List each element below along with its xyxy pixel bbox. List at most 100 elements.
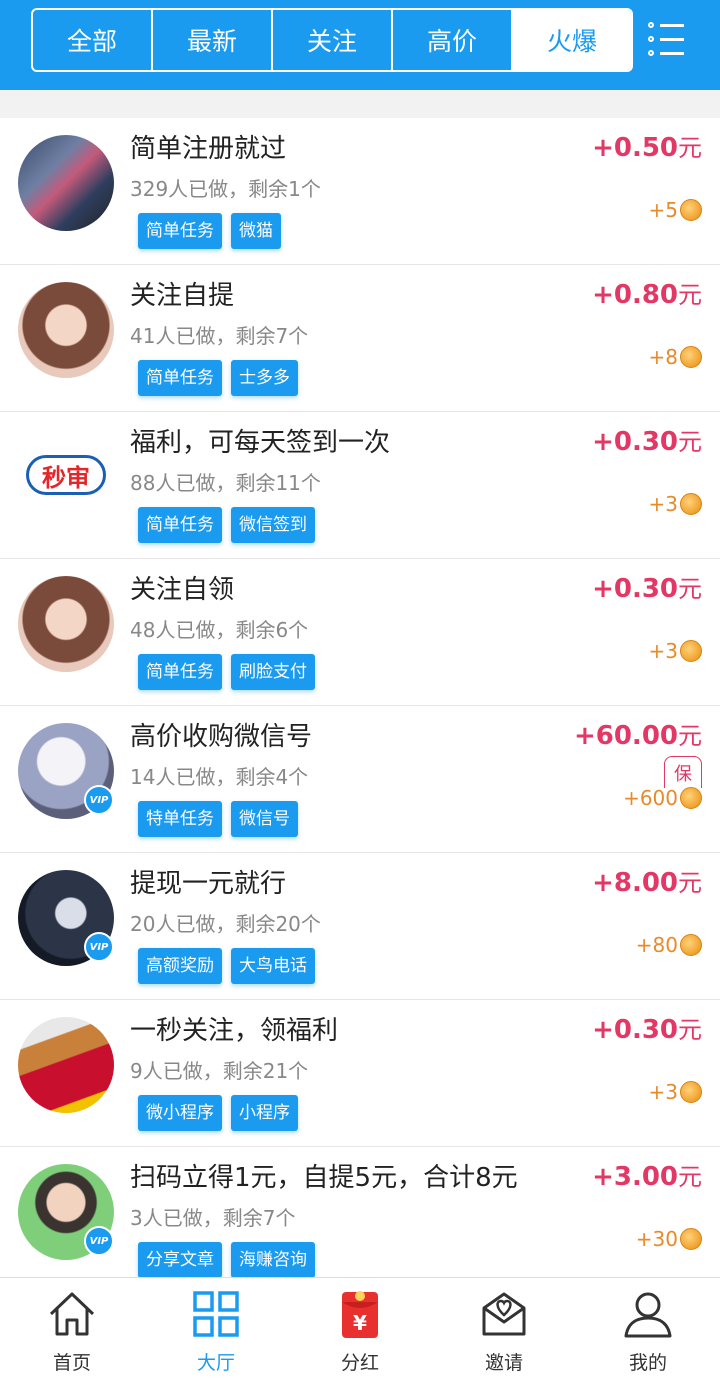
task-tags: 简单任务 士多多 bbox=[138, 360, 298, 396]
red-envelope-icon: ¥ bbox=[342, 1291, 378, 1338]
task-tag[interactable]: 士多多 bbox=[231, 360, 298, 396]
task-tag[interactable]: 刷脸支付 bbox=[231, 654, 315, 690]
price-value: +0.50 bbox=[592, 133, 678, 163]
task-tag[interactable]: 大鸟电话 bbox=[231, 948, 315, 984]
task-coins: +5 bbox=[649, 198, 702, 222]
task-coins: +8 bbox=[649, 345, 702, 369]
task-coins: +600 bbox=[623, 786, 702, 810]
tab-follow[interactable]: 关注 bbox=[273, 10, 393, 70]
task-item[interactable]: 简单注册就过 329人已做，剩余1个 简单任务 微猫 +0.50元 +5 bbox=[0, 118, 720, 265]
task-coins: +3 bbox=[649, 1080, 702, 1104]
task-tag[interactable]: 高额奖励 bbox=[138, 948, 222, 984]
task-avatar bbox=[18, 1017, 114, 1113]
task-price: +0.30元 bbox=[592, 1010, 702, 1045]
task-title: 高价收购微信号 bbox=[130, 722, 313, 752]
task-tags: 微小程序 小程序 bbox=[138, 1095, 298, 1131]
vip-badge: VIP bbox=[84, 785, 114, 815]
task-tag[interactable]: 分享文章 bbox=[138, 1242, 222, 1278]
task-avatar: 秒审 bbox=[18, 429, 114, 525]
coin-value: +5 bbox=[648, 198, 678, 222]
task-avatar bbox=[18, 576, 114, 672]
price-value: +3.00 bbox=[592, 1162, 678, 1192]
task-tag[interactable]: 简单任务 bbox=[138, 360, 222, 396]
task-item[interactable]: VIP 高价收购微信号 14人已做，剩余4个特单任务 微信号 +60.00元保 +600 bbox=[0, 706, 720, 853]
task-price: +3.00元 bbox=[592, 1157, 702, 1192]
price-value: +0.80 bbox=[592, 280, 678, 310]
task-meta: 14人已做，剩余4个 bbox=[130, 765, 309, 789]
task-title: 关注自提 bbox=[130, 281, 235, 311]
coin-value: +80 bbox=[635, 933, 678, 957]
task-title: 一秒关注，领福利 bbox=[130, 1016, 339, 1046]
task-coins: +3 bbox=[649, 639, 702, 663]
price-unit: 元 bbox=[678, 1163, 702, 1191]
price-unit: 元 bbox=[678, 1016, 702, 1044]
task-item[interactable]: 关注自领 48人已做，剩余6个 简单任务 刷脸支付 +0.30元 +3 bbox=[0, 559, 720, 706]
tab-all[interactable]: 全部 bbox=[33, 10, 153, 70]
task-price: +60.00元 bbox=[574, 716, 702, 751]
coin-icon bbox=[680, 640, 702, 662]
coin-icon bbox=[680, 1228, 702, 1250]
task-tag[interactable]: 简单任务 bbox=[138, 213, 222, 249]
nav-home[interactable]: 首页 bbox=[0, 1278, 144, 1383]
task-item[interactable]: 一秒关注，领福利 9人已做，剩余21个微小程序 小程序 +0.30元 +3 bbox=[0, 1000, 720, 1147]
task-tag[interactable]: 小程序 bbox=[231, 1095, 298, 1131]
task-tag[interactable]: 微信号 bbox=[231, 801, 298, 837]
coin-value: +3 bbox=[648, 1080, 678, 1104]
task-item[interactable]: 关注自提 41人已做，剩余7个简单任务 士多多 +0.80元 +8 bbox=[0, 265, 720, 412]
grid-icon bbox=[193, 1291, 239, 1337]
nav-mine[interactable]: 我的 bbox=[576, 1278, 720, 1383]
task-tag[interactable]: 微猫 bbox=[231, 213, 281, 249]
tab-hot[interactable]: 火爆 bbox=[513, 10, 631, 70]
task-tags: 分享文章 海赚咨询 bbox=[138, 1242, 315, 1278]
coin-icon bbox=[680, 493, 702, 515]
svg-text:¥: ¥ bbox=[353, 1311, 367, 1335]
coin-value: +8 bbox=[648, 345, 678, 369]
task-item[interactable]: 秒审 福利，可每天签到一次 88人已做，剩余11个 简单任务 微信签到 +0.30元 +3 bbox=[0, 412, 720, 559]
vip-badge: VIP bbox=[84, 1226, 114, 1256]
invite-icon bbox=[482, 1292, 526, 1336]
task-meta: 88人已做，剩余11个 bbox=[130, 471, 321, 495]
task-title: 扫码立得1元，自提5元，合计8元 bbox=[130, 1163, 518, 1193]
coin-icon bbox=[680, 787, 702, 809]
task-tags: 特单任务 微信号 bbox=[138, 801, 298, 837]
task-coins: +3 bbox=[649, 492, 702, 516]
task-price: +0.30元 bbox=[592, 569, 702, 604]
tab-latest[interactable]: 最新 bbox=[153, 10, 273, 70]
task-tags: 简单任务 微猫 bbox=[138, 213, 281, 249]
task-avatar bbox=[18, 135, 114, 231]
nav-label: 大厅 bbox=[196, 1352, 235, 1374]
tab-high-price[interactable]: 高价 bbox=[393, 10, 513, 70]
task-tag[interactable]: 特单任务 bbox=[138, 801, 222, 837]
filter-tabs: 全部 最新 关注 高价 火爆 bbox=[31, 8, 633, 72]
task-price: +0.80元 bbox=[592, 275, 702, 310]
task-tag[interactable]: 简单任务 bbox=[138, 507, 222, 543]
price-value: +8.00 bbox=[592, 868, 678, 898]
list-menu-icon[interactable] bbox=[648, 20, 686, 60]
nav-hall[interactable]: 大厅 bbox=[144, 1278, 288, 1383]
coin-value: +30 bbox=[635, 1227, 678, 1251]
coin-icon bbox=[680, 934, 702, 956]
price-unit: 元 bbox=[678, 575, 702, 603]
task-item[interactable]: VIP 扫码立得1元，自提5元，合计8元 3人已做，剩余7个 分享文章 海赚咨询 +3.0… bbox=[0, 1147, 720, 1294]
task-meta: 20人已做，剩余20个 bbox=[130, 912, 321, 936]
task-coins: +80 bbox=[636, 933, 702, 957]
task-tag[interactable]: 简单任务 bbox=[138, 654, 222, 690]
price-unit: 元 bbox=[678, 134, 702, 162]
task-meta: 329人已做，剩余1个 bbox=[130, 177, 321, 201]
task-coins: +30 bbox=[636, 1227, 702, 1251]
task-meta: 9人已做，剩余21个 bbox=[130, 1059, 309, 1083]
nav-dividend[interactable]: ¥ 分红 bbox=[288, 1278, 432, 1383]
task-avatar bbox=[18, 282, 114, 378]
guarantee-badge: 保 bbox=[664, 756, 702, 788]
logo-text: 秒审 bbox=[26, 455, 106, 495]
price-unit: 元 bbox=[678, 869, 702, 897]
nav-label: 分红 bbox=[340, 1352, 379, 1374]
task-item[interactable]: VIP 提现一元就行 20人已做，剩余20个 高额奖励 大鸟电话 +8.00元 +80 bbox=[0, 853, 720, 1000]
task-meta: 41人已做，剩余7个 bbox=[130, 324, 309, 348]
task-tag[interactable]: 海赚咨询 bbox=[231, 1242, 315, 1278]
task-tag[interactable]: 微信签到 bbox=[231, 507, 315, 543]
home-icon bbox=[49, 1292, 95, 1336]
task-tag[interactable]: 微小程序 bbox=[138, 1095, 222, 1131]
nav-invite[interactable]: 邀请 bbox=[432, 1278, 576, 1383]
task-list: 简单注册就过 329人已做，剩余1个 简单任务 微猫 +0.50元 +5 关注自提 41人已做… bbox=[0, 118, 720, 1294]
